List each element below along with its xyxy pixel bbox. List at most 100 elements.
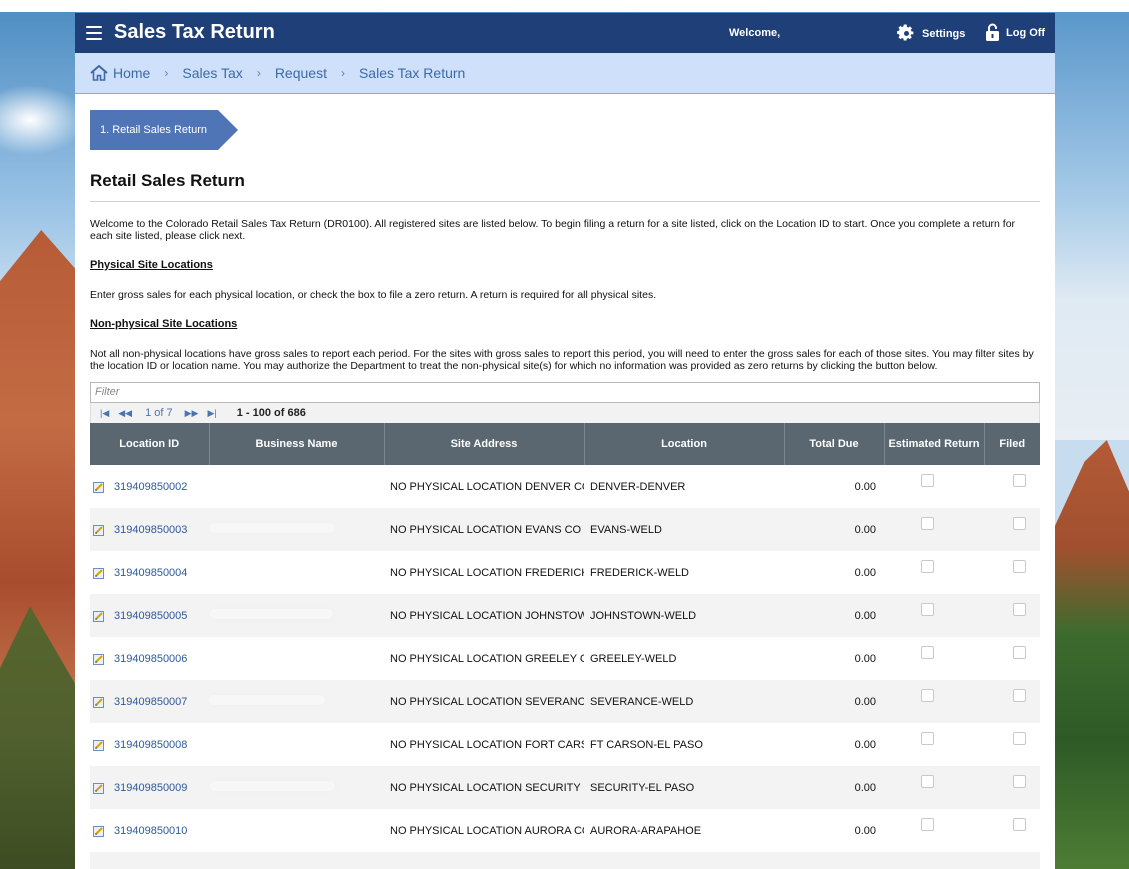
log-off-button[interactable]: Log Off [985,23,1045,42]
breadcrumb-current: Sales Tax Return [358,65,466,81]
total-due-cell: 0.00 [784,551,884,594]
table-row: 319409850008 NO PHYSICAL LOCATION FORT CA… [90,723,1040,766]
col-location-id[interactable]: Location ID [90,423,210,465]
location-id-link[interactable]: 319409850007 [114,696,187,708]
edit-icon[interactable] [93,481,105,493]
table-row: 319409850004 NO PHYSICAL LOCATION FREDERI… [90,551,1040,594]
estimated-return-checkbox[interactable] [920,560,934,574]
col-site-address[interactable]: Site Address [384,423,585,465]
redacted-business-name [209,523,335,533]
col-estimated-return[interactable]: Estimated Return [884,423,985,465]
estimated-return-checkbox[interactable] [920,775,934,789]
location-id-cell: 319409850010 [90,809,209,852]
location-cell: FREDERICK-WELD [584,551,784,594]
location-cell: DENVER-DENVER [584,465,784,508]
home-icon[interactable] [90,65,108,81]
table-row: 319409850007 NO PHYSICAL LOCATION SEVERAN… [90,680,1040,723]
chevron-right-icon: › [340,66,345,80]
filed-checkbox[interactable] [1012,603,1026,617]
total-due-cell: 0.00 [784,723,884,766]
wizard-step-1[interactable]: 1. Retail Sales Return [90,110,238,150]
estimated-return-checkbox[interactable] [920,474,934,488]
filed-checkbox[interactable] [1012,560,1026,574]
location-id-link[interactable]: 319409850008 [114,739,187,751]
first-page-icon[interactable]: |◀ [100,408,109,419]
site-address-cell: NO PHYSICAL LOCATION FREDERICK [384,551,584,594]
breadcrumb-sales-tax[interactable]: Sales Tax [182,65,242,81]
total-due-cell: 0.00 [784,637,884,680]
filed-checkbox[interactable] [1012,818,1026,832]
prev-page-icon[interactable]: ◀◀ [118,408,132,419]
breadcrumb-request[interactable]: Request [275,65,327,81]
last-page-icon[interactable]: ▶| [207,408,216,419]
edit-icon[interactable] [93,739,105,751]
location-id-link[interactable]: 319409850003 [114,524,187,536]
filed-checkbox[interactable] [1012,775,1026,789]
col-filed[interactable]: Filed [984,423,1040,465]
estimated-return-checkbox[interactable] [920,818,934,832]
estimated-return-checkbox[interactable] [920,646,934,660]
unlock-icon [986,23,999,41]
estimated-return-checkbox[interactable] [920,517,934,531]
intro-text: Welcome to the Colorado Retail Sales Tax… [90,218,1016,242]
gear-icon [897,24,914,41]
table-row: 319409850009 NO PHYSICAL LOCATION SECURIT… [90,766,1040,809]
location-id-link[interactable]: 319409850010 [114,825,187,837]
edit-icon[interactable] [93,524,105,536]
edit-icon[interactable] [93,782,105,794]
location-id-link[interactable]: 319409850002 [114,481,187,493]
filed-cell [984,766,1040,809]
table-header-row: Location ID Business Name Site Address L… [90,423,1040,465]
estimated-return-checkbox[interactable] [920,603,934,617]
edit-icon[interactable] [93,567,105,579]
filed-checkbox[interactable] [1012,732,1026,746]
col-total-due[interactable]: Total Due [784,423,885,465]
col-location[interactable]: Location [584,423,785,465]
location-id-link[interactable]: 319409850005 [114,610,187,622]
estimated-return-cell [884,508,984,551]
total-due-cell: 0.00 [784,809,884,852]
estimated-return-checkbox[interactable] [920,689,934,703]
edit-icon[interactable] [93,696,105,708]
top-bar: Sales Tax Return Welcome, Settings Log O… [75,13,1055,53]
estimated-return-checkbox[interactable] [920,732,934,746]
next-page-icon[interactable]: ▶▶ [185,408,199,419]
site-address-cell: NO PHYSICAL LOCATION JOHNSTOWN [384,594,584,637]
location-id-link[interactable]: 319409850009 [114,782,187,794]
business-name-cell [209,723,384,766]
breadcrumb-home[interactable]: Home [113,65,150,81]
edit-icon[interactable] [93,653,105,665]
edit-icon[interactable] [93,610,105,622]
estimated-return-cell [884,637,984,680]
location-cell: AURORA-ARAPAHOE [584,809,784,852]
estimated-return-cell [884,809,984,852]
business-name-cell [209,766,384,809]
settings-button[interactable]: Settings [897,24,965,43]
filter-input[interactable]: Filter [90,382,1040,403]
redacted-business-name [209,695,325,705]
filed-checkbox[interactable] [1012,689,1026,703]
hamburger-menu-icon[interactable] [86,26,102,40]
total-due-cell: 0.00 [784,508,884,551]
estimated-return-cell [884,551,984,594]
estimated-return-cell [884,594,984,637]
filed-checkbox[interactable] [1012,646,1026,660]
location-id-cell: 319409850003 [90,508,209,551]
edit-icon[interactable] [93,825,105,837]
breadcrumb: Home › Sales Tax › Request › Sales Tax R… [75,53,1055,94]
col-business-name[interactable]: Business Name [209,423,385,465]
business-name-cell [209,594,384,637]
app-title: Sales Tax Return [114,21,275,43]
log-off-label: Log Off [1006,26,1046,39]
location-id-link[interactable]: 319409850006 [114,653,187,665]
total-due-cell: 0.00 [784,465,884,508]
filed-checkbox[interactable] [1012,517,1026,531]
location-id-cell: 319409850009 [90,766,209,809]
physical-sites-heading: Physical Site Locations [90,259,213,271]
location-id-link[interactable]: 319409850004 [114,567,187,579]
filed-checkbox[interactable] [1012,474,1026,488]
chevron-right-icon: › [164,66,169,80]
settings-label: Settings [922,27,966,40]
site-address-cell: NO PHYSICAL LOCATION SECURITY [384,766,584,809]
table-row: 319409850003 NO PHYSICAL LOCATION EVANS C… [90,508,1040,551]
